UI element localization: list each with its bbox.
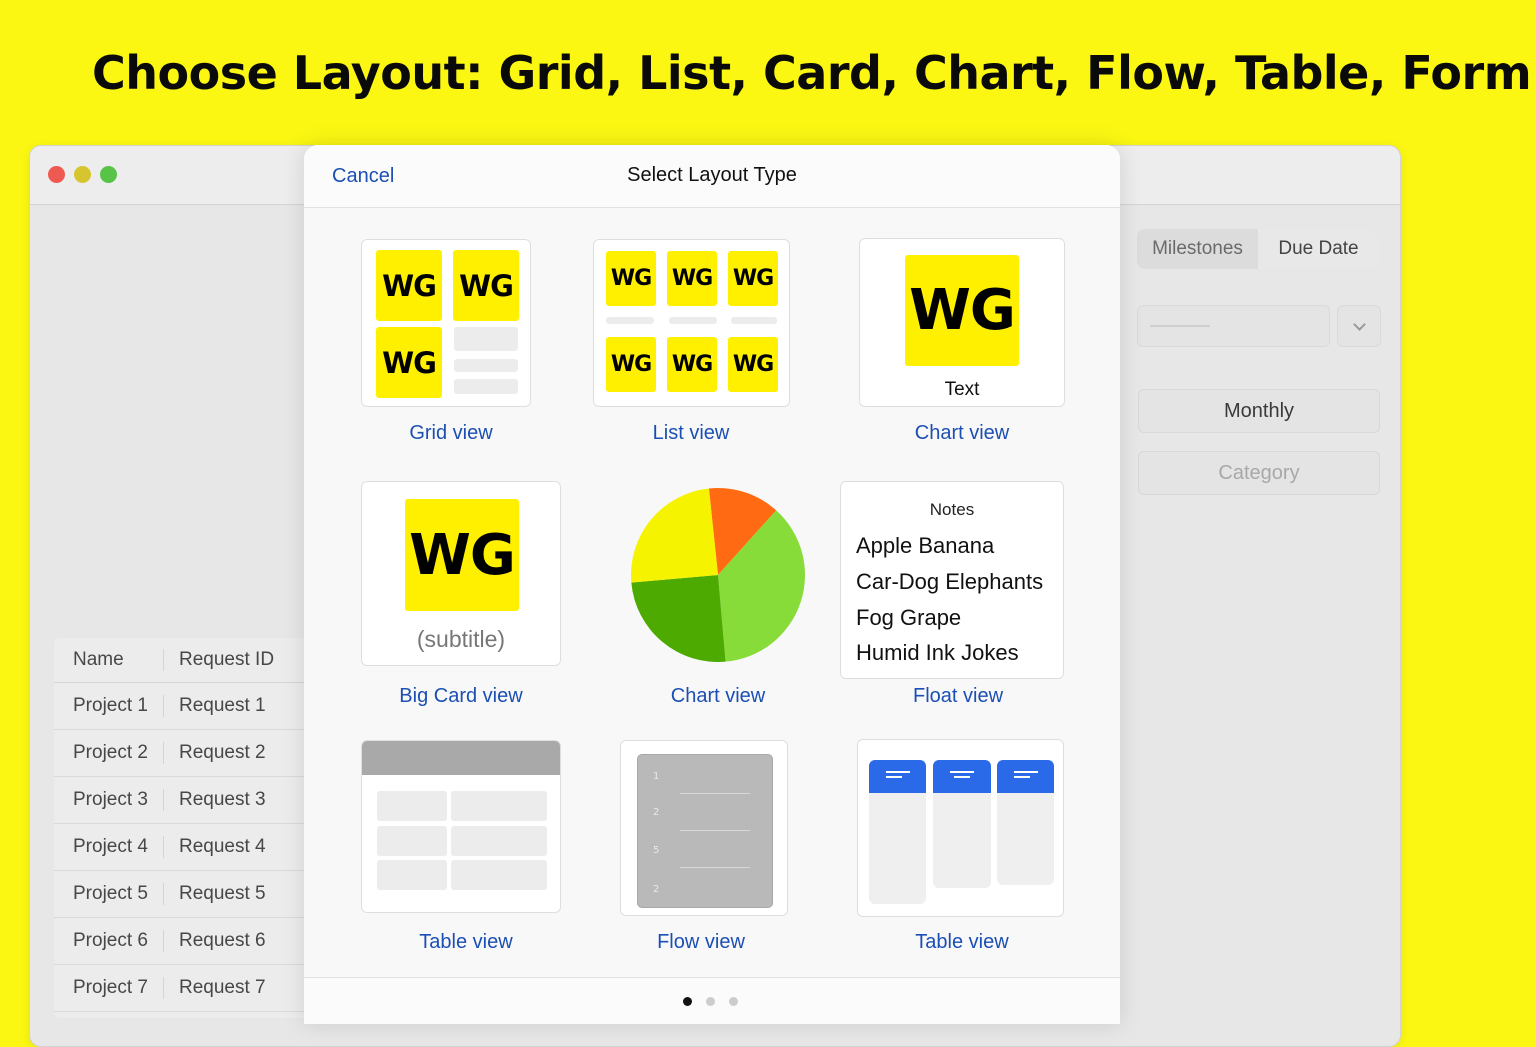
segment-milestones[interactable]: Milestones xyxy=(1137,229,1258,269)
project-name-cell: Project 2 xyxy=(54,742,164,764)
sheet-footer xyxy=(304,977,1120,1024)
list-view-label[interactable]: List view xyxy=(601,422,781,445)
page-headline: Choose Layout: Grid, List, Card, Chart, … xyxy=(92,46,1532,100)
wg-logo-icon: WG xyxy=(667,337,717,392)
float-view-label[interactable]: Float view xyxy=(868,685,1048,708)
column-header-name[interactable]: Name xyxy=(54,649,164,671)
column-header-icon xyxy=(997,760,1054,793)
close-window-button[interactable] xyxy=(48,166,65,183)
table-view-label[interactable]: Table view xyxy=(376,931,556,954)
sheet-title: Select Layout Type xyxy=(627,164,797,186)
kanban-table-view-label[interactable]: Table view xyxy=(872,931,1052,954)
minimize-window-button[interactable] xyxy=(74,166,91,183)
request-id-cell: Request 3 xyxy=(179,789,266,810)
wg-logo-icon: WG xyxy=(728,251,778,306)
wg-logo-icon: WG xyxy=(453,250,519,321)
wg-logo-icon: WG xyxy=(667,251,717,306)
project-name-cell: Project 7 xyxy=(54,977,164,999)
flow-step-number: 2 xyxy=(653,807,660,818)
kanban-table-view-option[interactable] xyxy=(857,739,1064,917)
page-dot[interactable] xyxy=(683,997,692,1006)
project-name-cell: Project 4 xyxy=(54,836,164,858)
wg-logo-icon: WG xyxy=(405,499,519,611)
flow-view-option[interactable]: 1 2 5 2 xyxy=(620,740,788,916)
flow-step-number: 1 xyxy=(653,771,660,782)
pie-chart-view-option[interactable] xyxy=(630,485,806,667)
filter-dropdown-button[interactable] xyxy=(1337,305,1381,347)
pie-chart-view-label[interactable]: Chart view xyxy=(628,685,808,708)
wg-logo-icon: WG xyxy=(905,255,1019,366)
chart-view-option[interactable]: WG Text xyxy=(859,238,1065,407)
note-line: Car-Dog Elephants xyxy=(856,569,1044,594)
request-id-cell: Request 2 xyxy=(179,742,266,763)
page-dot[interactable] xyxy=(706,997,715,1006)
request-id-cell: Request 6 xyxy=(179,930,266,951)
tile-caption: Text xyxy=(944,379,980,400)
project-name-cell: Project 5 xyxy=(54,883,164,905)
request-id-cell: Request 7 xyxy=(179,977,266,998)
column-header-request-id[interactable]: Request ID xyxy=(164,649,274,671)
list-view-option[interactable]: WG WG WG WG WG WG xyxy=(593,239,790,407)
project-name-cell: Project 3 xyxy=(54,789,164,811)
project-name-cell: Project 6 xyxy=(54,930,164,952)
tile-subtitle: (subtitle) xyxy=(416,626,506,652)
column-header-icon xyxy=(933,760,991,793)
note-line: Humid Ink Jokes xyxy=(856,640,1019,665)
column-header-icon xyxy=(869,760,926,793)
float-view-option[interactable]: Notes Apple Banana Car-Dog Elephants Fog… xyxy=(840,481,1064,679)
sort-segmented-control: Milestones Due Date xyxy=(1137,229,1379,269)
wg-logo-icon: WG xyxy=(376,327,442,398)
note-line: Fog Grape xyxy=(856,605,962,630)
pie-slice xyxy=(630,488,718,583)
grid-view-label[interactable]: Grid view xyxy=(361,422,541,445)
segment-due-date[interactable]: Due Date xyxy=(1258,229,1379,269)
category-button[interactable]: Category xyxy=(1138,451,1380,495)
chevron-down-icon xyxy=(1352,317,1366,331)
chart-view-label[interactable]: Chart view xyxy=(872,422,1052,445)
note-line: Apple Banana xyxy=(856,533,995,558)
flow-step-number: 5 xyxy=(653,845,660,856)
wg-logo-icon: WG xyxy=(728,337,778,392)
pie-chart-icon xyxy=(630,488,805,663)
filter-combo-field[interactable] xyxy=(1137,305,1330,347)
big-card-view-option[interactable]: WG (subtitle) xyxy=(361,481,561,666)
layout-picker-sheet: Cancel Select Layout Type WG WG WG Grid … xyxy=(304,145,1120,1024)
page-dot[interactable] xyxy=(729,997,738,1006)
monthly-button[interactable]: Monthly xyxy=(1138,389,1380,433)
notes-title: Notes xyxy=(929,500,975,519)
flow-step-number: 2 xyxy=(653,884,660,895)
wg-logo-icon: WG xyxy=(606,251,656,306)
pie-slice xyxy=(631,575,726,663)
wg-logo-icon: WG xyxy=(606,337,656,392)
big-card-view-label[interactable]: Big Card view xyxy=(371,685,551,708)
request-id-cell: Request 4 xyxy=(179,836,266,857)
sheet-header: Cancel Select Layout Type xyxy=(304,145,1120,208)
table-view-option[interactable] xyxy=(361,740,561,913)
request-id-cell: Request 5 xyxy=(179,883,266,904)
grid-view-option[interactable]: WG WG WG xyxy=(361,239,531,407)
request-id-cell: Request 1 xyxy=(179,695,266,716)
wg-logo-icon: WG xyxy=(376,250,442,321)
zoom-window-button[interactable] xyxy=(100,166,117,183)
flow-view-label[interactable]: Flow view xyxy=(611,931,791,954)
project-name-cell: Project 1 xyxy=(54,695,164,717)
